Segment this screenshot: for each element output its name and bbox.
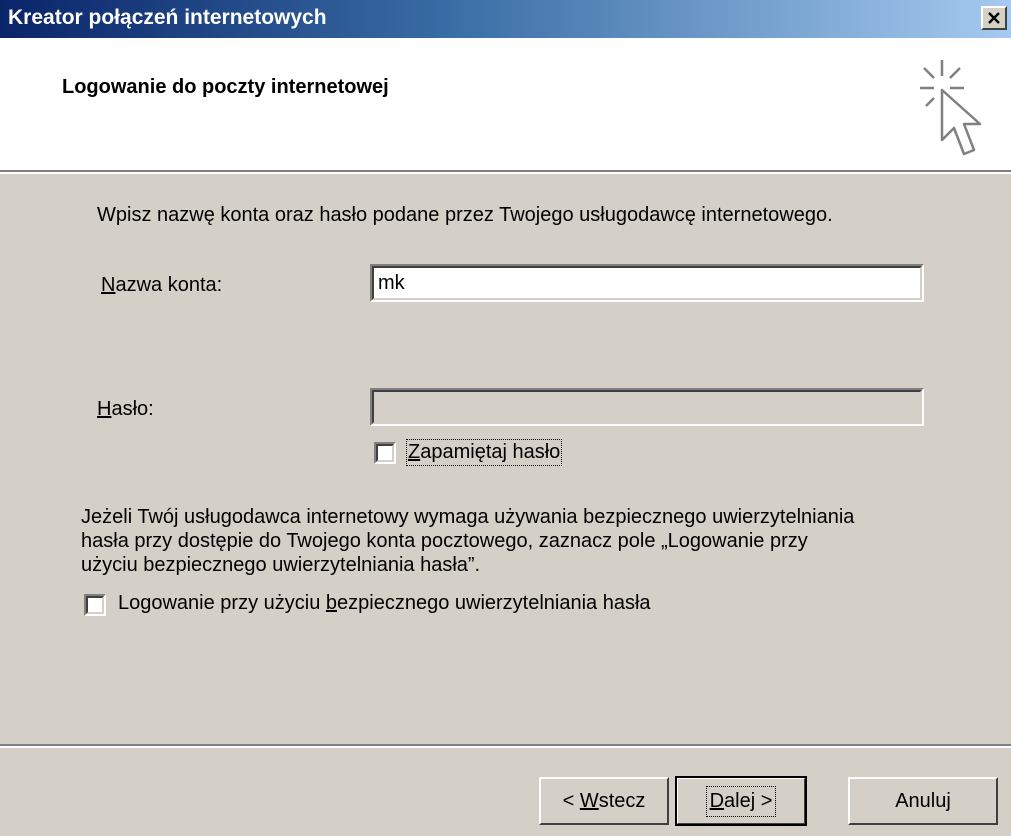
spa-label-pre: Logowanie przy użyciu bbox=[118, 592, 326, 614]
account-name-value: mk bbox=[378, 272, 405, 294]
wizard-cursor-icon bbox=[920, 60, 982, 156]
close-button[interactable] bbox=[981, 6, 1007, 30]
spa-info-line-3: użyciu bezpiecznego uwierzytelniania has… bbox=[81, 554, 481, 576]
back-button-pre: < bbox=[562, 789, 580, 812]
account-name-input[interactable]: mk bbox=[370, 264, 924, 302]
window-title: Kreator połączeń internetowych bbox=[8, 6, 327, 29]
spa-checkbox-label[interactable]: Logowanie przy użyciu bezpiecznego uwier… bbox=[118, 592, 651, 615]
spa-info-line-1: Jeżeli Twój usługodawca internetowy wyma… bbox=[81, 506, 855, 528]
remember-password-key: Z bbox=[408, 441, 421, 463]
cancel-button-label: Anuluj bbox=[895, 789, 951, 812]
wizard-window: Kreator połączeń internetowych Logowanie… bbox=[0, 0, 1011, 836]
cancel-button[interactable]: Anuluj bbox=[848, 777, 998, 825]
password-input[interactable] bbox=[370, 388, 924, 426]
back-button[interactable]: < Wstecz bbox=[539, 777, 669, 825]
account-name-label-key: N bbox=[101, 274, 116, 296]
close-icon bbox=[988, 12, 1000, 24]
next-button[interactable]: Dalej > bbox=[675, 776, 807, 826]
spa-label-post: ezpiecznego uwierzytelniania hasła bbox=[337, 592, 651, 614]
back-button-key: W bbox=[579, 789, 599, 812]
spa-checkbox[interactable] bbox=[84, 594, 106, 616]
account-name-label: Nazwa konta: bbox=[101, 274, 222, 297]
remember-password-label[interactable]: Zapamiętaj hasło bbox=[405, 439, 563, 466]
title-bar[interactable]: Kreator połączeń internetowych bbox=[0, 0, 1011, 38]
spa-info-line-2: hasła przy dostępie do Twojego konta poc… bbox=[81, 530, 808, 552]
instruction-text: Wpisz nazwę konta oraz hasło podane prze… bbox=[97, 204, 833, 226]
password-label-rest: asło: bbox=[111, 398, 154, 420]
password-label: Hasło: bbox=[97, 398, 154, 421]
footer-separator-highlight bbox=[0, 746, 1011, 748]
page-title: Logowanie do poczty internetowej bbox=[62, 76, 389, 98]
back-button-post: stecz bbox=[598, 789, 646, 812]
password-label-key: H bbox=[97, 398, 112, 420]
remember-password-rest: apamiętaj hasło bbox=[420, 441, 561, 463]
next-button-post: alej > bbox=[724, 789, 773, 812]
spa-label-key: b bbox=[325, 592, 338, 614]
next-button-key: D bbox=[709, 789, 725, 812]
wizard-header: Logowanie do poczty internetowej bbox=[0, 38, 1011, 174]
account-name-label-rest: azwa konta: bbox=[115, 274, 223, 296]
remember-password-checkbox[interactable] bbox=[374, 442, 396, 464]
